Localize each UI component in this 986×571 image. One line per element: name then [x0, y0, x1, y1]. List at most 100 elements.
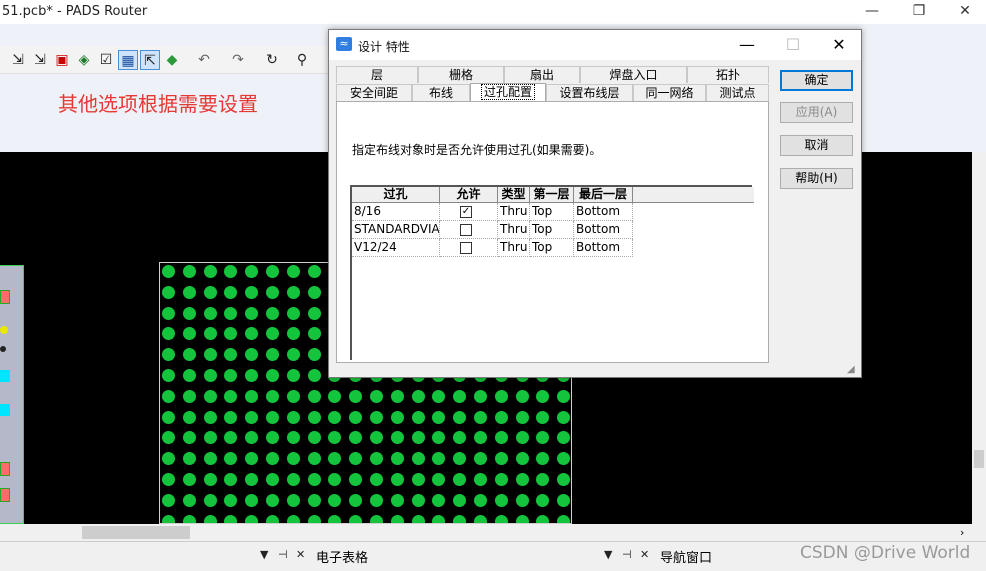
- bga-pad: [182, 306, 196, 320]
- allow-checkbox[interactable]: ✓: [460, 206, 472, 218]
- bga-pad: [286, 514, 300, 523]
- tab-routing[interactable]: 布线: [412, 84, 470, 101]
- bga-pad: [286, 493, 300, 507]
- col-header-via: 过孔: [352, 187, 440, 203]
- scroll-right-icon[interactable]: ›: [960, 526, 964, 539]
- dialog-minimize-button[interactable]: —: [732, 34, 762, 56]
- tab-topology[interactable]: 拓扑: [687, 66, 769, 83]
- bga-pad: [370, 473, 383, 486]
- panel-pin-icon[interactable]: ⊣: [278, 548, 288, 561]
- tab-clearance[interactable]: 安全间距: [336, 84, 412, 101]
- bga-pad: [370, 389, 383, 403]
- close-button[interactable]: ✕: [942, 0, 986, 24]
- tab-via-config[interactable]: 过孔配置: [470, 83, 546, 102]
- via-name-cell[interactable]: STANDARDVIA: [352, 221, 440, 239]
- tab-grid[interactable]: 栅格: [418, 66, 504, 83]
- ok-button[interactable]: 确定: [780, 70, 853, 91]
- zoom-icon[interactable]: ⚲: [292, 50, 312, 70]
- tab-test-points[interactable]: 测试点: [706, 84, 769, 101]
- bga-pad: [557, 452, 571, 466]
- bga-pad: [266, 285, 279, 299]
- bga-pad: [307, 369, 321, 382]
- bga-pad: [432, 473, 446, 486]
- bga-pad: [474, 410, 487, 424]
- allow-checkbox[interactable]: [460, 242, 472, 254]
- bga-pad: [224, 265, 238, 278]
- help-button[interactable]: 帮助(H): [780, 168, 853, 189]
- bga-pad: [328, 389, 342, 403]
- bga-pad: [162, 285, 175, 299]
- redo-icon[interactable]: ↷: [228, 50, 248, 70]
- dialog-close-button[interactable]: ✕: [824, 34, 854, 56]
- bga-pad: [203, 431, 217, 445]
- spreadsheet-panel-title[interactable]: 电子表格: [316, 547, 368, 566]
- horizontal-scroll-thumb[interactable]: [82, 526, 190, 539]
- bga-pad: [286, 265, 300, 278]
- vertical-scrollbar[interactable]: [972, 152, 986, 524]
- select-filter-icon[interactable]: ⇲: [8, 50, 28, 70]
- bga-pad: [515, 389, 529, 403]
- left-component[interactable]: [0, 265, 24, 524]
- panel-pin-icon[interactable]: ⊣: [622, 548, 632, 561]
- bga-pad: [245, 410, 259, 424]
- component-pad: [0, 326, 8, 334]
- via-name-cell[interactable]: 8/16: [352, 203, 440, 221]
- last-layer-cell: Bottom: [574, 239, 633, 257]
- bga-pad: [557, 493, 571, 507]
- bga-pad: [203, 410, 217, 424]
- bga-pad: [557, 389, 571, 403]
- bga-pad: [245, 285, 259, 299]
- via-name-cell[interactable]: V12/24: [352, 239, 440, 257]
- tab-same-net[interactable]: 同一网络: [633, 84, 706, 101]
- bga-pad: [266, 348, 279, 362]
- tab-routing-layers[interactable]: 设置布线层: [546, 84, 633, 101]
- bga-pad: [203, 285, 217, 299]
- panel-dropdown-icon[interactable]: ▼: [260, 548, 268, 561]
- bga-pad: [536, 473, 550, 486]
- dialog-maximize-button: ☐: [785, 35, 801, 54]
- navigator-panel-title[interactable]: 导航窗口: [660, 547, 712, 566]
- interactive-route-icon[interactable]: ⇱: [140, 50, 160, 70]
- bga-pad: [182, 285, 196, 299]
- minimize-button[interactable]: —: [849, 0, 895, 24]
- bga-pad: [182, 410, 196, 424]
- panel-close-icon[interactable]: ✕: [296, 548, 305, 561]
- bga-pad: [328, 431, 342, 445]
- bga-pad: [494, 431, 508, 445]
- dialog-app-icon: ≈: [336, 37, 352, 51]
- component-pad: [0, 290, 10, 304]
- refresh-icon[interactable]: ↻: [262, 50, 282, 70]
- design-properties-dialog: ≈ 设计 特性 — ☐ ✕ 层 栅格 扇出 焊盘入口 拓扑 安全间距 布线 过孔…: [328, 29, 862, 378]
- bga-pad: [307, 452, 321, 466]
- bga-pad: [515, 514, 529, 523]
- bga-pad: [245, 327, 259, 341]
- bga-pad: [162, 389, 175, 403]
- bga-pad: [203, 389, 217, 403]
- undo-icon[interactable]: ↶: [194, 50, 214, 70]
- drc-filter-icon[interactable]: ⇲: [30, 50, 50, 70]
- panel-close-icon[interactable]: ✕: [640, 548, 649, 561]
- first-layer-cell: Top: [530, 239, 574, 257]
- route-icon[interactable]: ▦: [118, 50, 138, 70]
- bga-pad: [162, 348, 175, 362]
- vertical-scroll-thumb[interactable]: [974, 450, 984, 468]
- resize-grip-icon[interactable]: ◢: [847, 364, 855, 375]
- first-layer-cell: Top: [530, 203, 574, 221]
- layer-icon[interactable]: ◈: [74, 50, 94, 70]
- bga-pad: [349, 514, 363, 523]
- cancel-button[interactable]: 取消: [780, 135, 853, 156]
- bga-pad: [474, 389, 487, 403]
- allow-checkbox[interactable]: [460, 224, 472, 236]
- verify-icon[interactable]: ☑: [96, 50, 116, 70]
- tab-pad-entry[interactable]: 焊盘入口: [580, 66, 687, 83]
- panel-dropdown-icon[interactable]: ▼: [604, 548, 612, 561]
- tab-layer[interactable]: 层: [336, 66, 418, 83]
- bga-pad: [162, 473, 175, 486]
- bga-pad: [536, 493, 550, 507]
- highlight-icon[interactable]: ▣: [52, 50, 72, 70]
- bga-pad: [453, 389, 467, 403]
- restore-button[interactable]: ❐: [896, 0, 942, 24]
- bga-pad: [245, 348, 259, 362]
- tab-fanout[interactable]: 扇出: [504, 66, 580, 83]
- auto-route-icon[interactable]: ◆: [162, 50, 182, 70]
